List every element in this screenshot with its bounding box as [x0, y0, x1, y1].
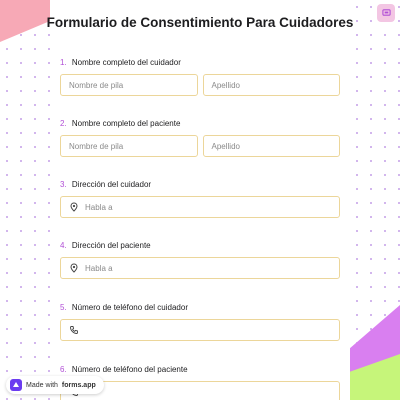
question-number: 4.: [60, 241, 67, 250]
first-name-input[interactable]: Nombre de pila: [60, 74, 198, 96]
question-label: Número de teléfono del cuidador: [71, 303, 188, 312]
form-title: Formulario de Consentimiento Para Cuidad…: [46, 15, 354, 30]
question-label: Nombre completo del cuidador: [71, 58, 181, 67]
question-patient-name: 2. Nombre completo del paciente Nombre d…: [60, 118, 340, 157]
question-caregiver-phone: 5. Número de teléfono del cuidador: [60, 302, 340, 341]
last-name-input[interactable]: Apellido: [202, 74, 340, 96]
last-name-input[interactable]: Apellido: [202, 135, 340, 157]
made-with-badge[interactable]: Made with forms.app: [6, 376, 104, 394]
question-patient-address: 4. Dirección del paciente Habla a: [60, 240, 340, 279]
address-input[interactable]: Habla a: [60, 196, 340, 218]
question-number: 5.: [60, 303, 67, 312]
question-label: Dirección del cuidador: [71, 180, 152, 189]
question-label: Nombre completo del paciente: [71, 119, 181, 128]
forms-app-logo-icon: [10, 379, 22, 391]
question-number: 6.: [60, 365, 67, 374]
question-number: 2.: [60, 119, 67, 128]
location-pin-icon: [69, 263, 79, 273]
badge-prefix: Made with: [26, 381, 58, 389]
question-number: 3.: [60, 180, 67, 189]
question-label: Número de teléfono del paciente: [71, 365, 188, 374]
translate-button[interactable]: [377, 4, 395, 22]
question-caregiver-name: 1. Nombre completo del cuidador Nombre d…: [60, 57, 340, 96]
question-number: 1.: [60, 58, 67, 67]
question-caregiver-address: 3. Dirección del cuidador Habla a: [60, 179, 340, 218]
badge-brand: forms.app: [61, 381, 96, 389]
question-label: Dirección del paciente: [71, 241, 151, 250]
first-name-input[interactable]: Nombre de pila: [60, 135, 198, 157]
phone-icon: [69, 325, 79, 335]
phone-input[interactable]: [60, 319, 340, 341]
location-pin-icon: [69, 202, 79, 212]
translate-icon: [381, 4, 391, 22]
address-input[interactable]: Habla a: [60, 257, 340, 279]
